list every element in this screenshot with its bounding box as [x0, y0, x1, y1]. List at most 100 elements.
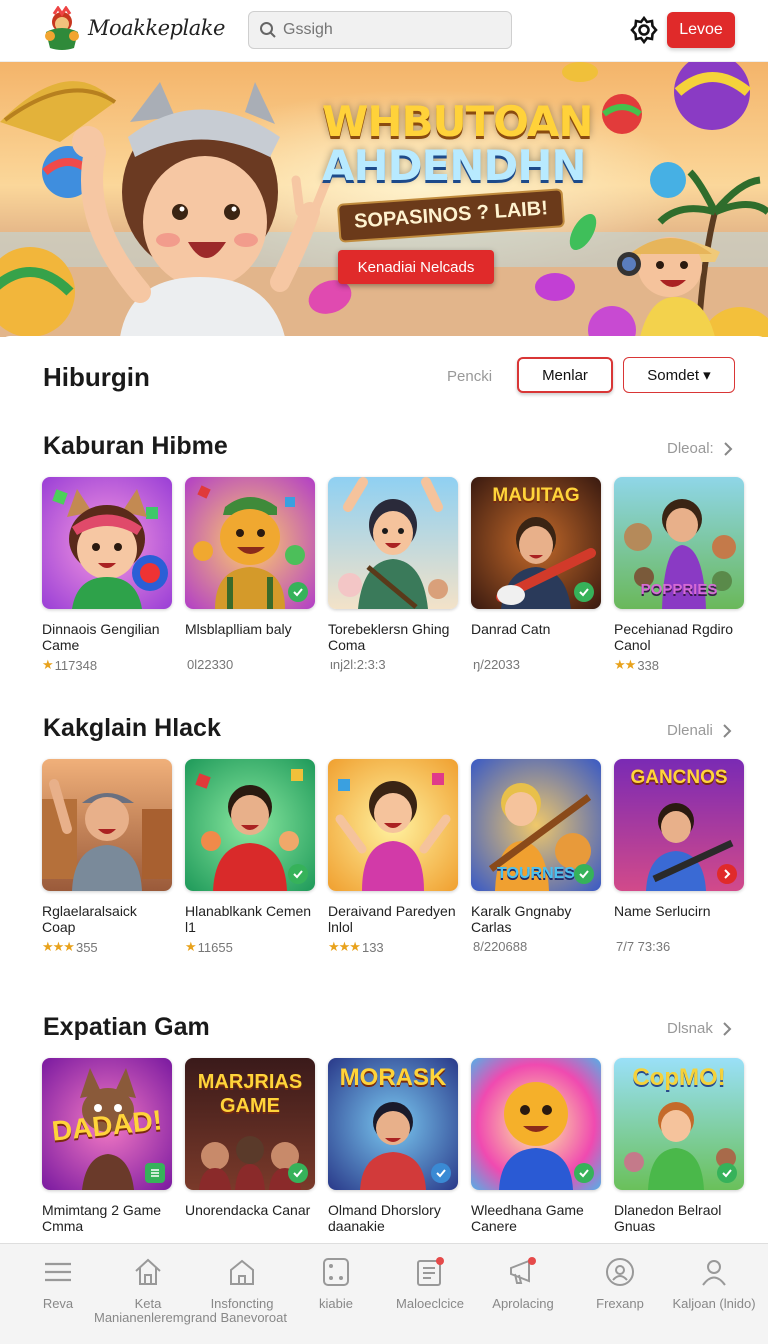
nav-item-insfoncting[interactable]: Insfoncting	[200, 1256, 284, 1311]
sort-dropdown[interactable]: Somdet ▾	[623, 357, 735, 393]
game-card[interactable]: Rglaelaralsaick Coap ★★★ 355	[42, 759, 172, 955]
chevron-right-icon	[723, 441, 733, 456]
nav-item-kiabie[interactable]: kiabie	[294, 1256, 378, 1311]
game-meta: ★ 117348	[42, 657, 172, 673]
game-thumbnail[interactable]	[42, 477, 172, 609]
nav-item-kaljoan[interactable]: Kaljoan (lnido)	[672, 1256, 756, 1311]
game-meta: ŋ/22033	[471, 657, 601, 672]
game-name[interactable]: Hlanablkank Cemen l1	[185, 903, 315, 937]
nav-label: Maloeclcice	[396, 1296, 464, 1311]
game-thumbnail[interactable]	[185, 759, 315, 891]
nav-item-frexanp[interactable]: Frexanp	[578, 1256, 662, 1311]
game-card[interactable]: TOURNES Karalk Gngnaby Carlas 8/220688	[471, 759, 601, 955]
game-name[interactable]: Rglaelaralsaick Coap	[42, 903, 172, 937]
game-thumbnail[interactable]: DADAD!	[42, 1058, 172, 1190]
game-art	[42, 477, 172, 609]
game-art-title: MARJRIAS GAME	[185, 1070, 315, 1118]
see-all-label: Dlenali	[667, 722, 713, 739]
game-thumbnail[interactable]	[328, 477, 458, 609]
hero-title: WHBUTOAN AHDENDHN	[322, 100, 593, 188]
game-name[interactable]: Karalk Gngnaby Carlas	[471, 903, 601, 937]
search-input[interactable]	[283, 21, 503, 39]
game-name[interactable]: Dlanedon Belraol Gnuas	[614, 1202, 744, 1236]
see-all-link[interactable]: Dlsnak	[667, 1020, 733, 1037]
game-thumbnail[interactable]: POPPRIES	[614, 477, 744, 609]
game-art-title: POPPRIES	[640, 581, 718, 598]
game-thumbnail[interactable]: MORASK	[328, 1058, 458, 1190]
game-name[interactable]: Wleedhana Game Canere	[471, 1202, 601, 1236]
filter-label[interactable]: Pencki	[447, 368, 492, 385]
game-card[interactable]: DADAD! Mmimtang 2 Game Cmma	[42, 1058, 172, 1236]
nav-item-reva[interactable]: Reva	[16, 1256, 100, 1311]
nav-item-aprolacing[interactable]: Aprolacing	[481, 1256, 565, 1311]
brand-name[interactable]: Moakkeplake	[88, 16, 225, 40]
nav-item-maloeclcice[interactable]: Maloeclcice	[388, 1256, 472, 1311]
game-stats: 8/220688	[473, 939, 528, 954]
game-name[interactable]: Pecehianad Rgdiro Canol	[614, 621, 744, 655]
game-thumbnail[interactable]	[42, 759, 172, 891]
game-art-title: MORASK	[339, 1064, 447, 1091]
search-icon	[260, 22, 276, 38]
rating-stars: ★	[185, 939, 197, 954]
game-name[interactable]: Torebeklersn Ghing Coma	[328, 621, 458, 655]
game-card[interactable]: MARJRIAS GAME Unorendacka Canar	[185, 1058, 315, 1236]
gear-icon[interactable]	[628, 14, 660, 46]
verified-check-icon	[288, 1163, 308, 1183]
game-stats: ιnj2l:2:3:3	[330, 657, 386, 672]
game-card[interactable]: POPPRIES Pecehianad Rgdiro Canol ★★ 338	[614, 477, 744, 673]
hero-banner[interactable]: WHBUTOAN AHDENDHN SOPASINOS ? LAIB! Kena…	[0, 62, 768, 337]
verified-check-icon	[288, 864, 308, 884]
game-card[interactable]: Dinnaois Gengilian Came ★ 117348	[42, 477, 172, 673]
game-thumbnail[interactable]	[471, 1058, 601, 1190]
game-name[interactable]: Dinnaois Gengilian Came	[42, 621, 172, 655]
game-name[interactable]: Mlsblaplliam baly	[185, 621, 315, 655]
game-thumbnail[interactable]	[328, 759, 458, 891]
see-all-link[interactable]: Dleoal:	[667, 440, 734, 457]
game-card[interactable]: Torebeklersn Ghing Coma ιnj2l:2:3:3	[328, 477, 458, 673]
game-art-title: GANCNOS	[630, 767, 728, 788]
game-thumbnail[interactable]	[185, 477, 315, 609]
game-name[interactable]: Name Serlucirn	[614, 903, 744, 937]
game-meta: 8/220688	[471, 939, 601, 954]
megaphone-icon	[510, 1257, 536, 1284]
dice-icon	[323, 1258, 349, 1286]
see-all-link[interactable]: Dlenali	[667, 722, 733, 739]
game-art-title-line-2: GAME	[220, 1095, 280, 1117]
game-thumbnail[interactable]: MAUITAG	[471, 477, 601, 609]
brand-logo-icon[interactable]	[40, 6, 84, 52]
bottom-navigation: Reva Keta Insfoncting kiabie Maloeclcice…	[0, 1243, 768, 1344]
hero-cta-button[interactable]: Kenadiai Nelcads	[338, 250, 494, 284]
game-name[interactable]: Mmimtang 2 Game Cmma	[42, 1202, 172, 1236]
game-card[interactable]: MORASK Olmand Dhorslory daanakie	[328, 1058, 458, 1236]
game-name[interactable]: Unorendacka Canar	[185, 1202, 315, 1236]
game-card[interactable]: Hlanablkank Cemen l1 ★ 11655	[185, 759, 315, 955]
filter-button-active[interactable]: Menlar	[517, 357, 613, 393]
home-icon	[135, 1258, 161, 1285]
game-card[interactable]: Mlsblaplliam baly 0l22330	[185, 477, 315, 673]
game-thumbnail[interactable]: MARJRIAS GAME	[185, 1058, 315, 1190]
game-thumbnail[interactable]: GANCNOS	[614, 759, 744, 891]
search-bar[interactable]	[248, 11, 512, 49]
game-thumbnail[interactable]: CopMO!	[614, 1058, 744, 1190]
game-name[interactable]: Deraivand Paredyen lnlol	[328, 903, 458, 937]
menu-icon	[45, 1262, 71, 1282]
game-row: Rglaelaralsaick Coap ★★★ 355 Hlanablkank …	[42, 759, 744, 955]
chevron-right-icon	[723, 1021, 732, 1036]
game-card[interactable]: MAUITAG Danrad Catn ŋ/22033	[471, 477, 601, 673]
game-card[interactable]: Deraivand Paredyen lnlol ★★★ 133	[328, 759, 458, 955]
verified-check-icon	[717, 1163, 737, 1183]
game-name[interactable]: Olmand Dhorslory daanakie	[328, 1202, 458, 1236]
circle-user-icon	[606, 1258, 634, 1286]
game-stats: 0l22330	[187, 657, 234, 672]
chevron-right-icon	[723, 723, 732, 738]
game-card[interactable]: CopMO! Dlanedon Belraol Gnuas	[614, 1058, 744, 1236]
game-meta: ★★★ 133	[328, 939, 458, 955]
game-card[interactable]: GANCNOS Name Serlucirn 7/7 73:36	[614, 759, 744, 955]
game-card[interactable]: Wleedhana Game Canere	[471, 1058, 601, 1236]
login-button[interactable]: Levoe	[667, 12, 735, 48]
nav-item-keta[interactable]: Keta	[106, 1256, 190, 1311]
game-meta: 7/7 73:36	[614, 939, 744, 954]
game-thumbnail[interactable]: TOURNES	[471, 759, 601, 891]
game-name[interactable]: Danrad Catn	[471, 621, 601, 655]
page-title: Hiburgin	[43, 362, 150, 392]
